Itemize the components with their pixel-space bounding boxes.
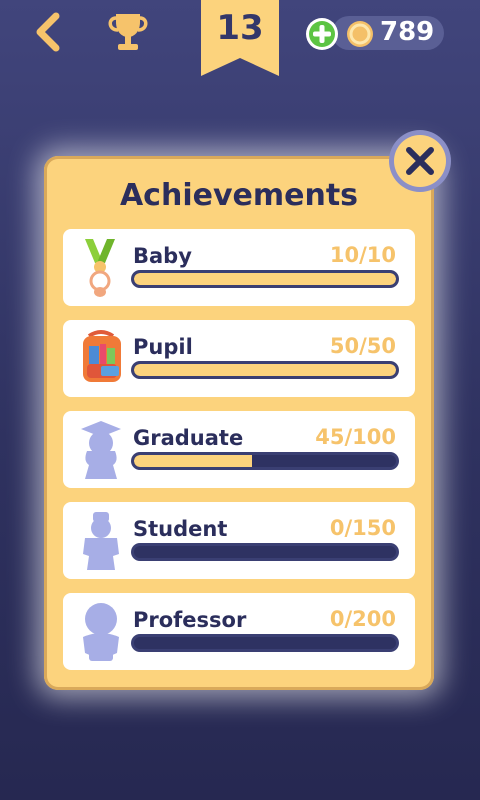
trophy-button[interactable]: [104, 8, 152, 56]
level-banner: 13: [201, 0, 279, 76]
coin-count: 789: [380, 17, 435, 47]
achievement-row-pupil[interactable]: Pupil 50/50: [63, 320, 415, 397]
achievement-row-graduate[interactable]: Graduate 45/100: [63, 411, 415, 488]
professor-silhouette-icon: [71, 599, 137, 665]
achievement-row-professor[interactable]: Professor 0/200: [63, 593, 415, 670]
graduate-silhouette-icon: [71, 417, 137, 483]
pacifier-medal-icon: [71, 235, 137, 301]
trophy-icon: [108, 14, 148, 50]
achievement-name: Baby: [133, 244, 192, 268]
progress-fill: [134, 273, 396, 285]
student-silhouette-icon: [71, 508, 137, 574]
progress-bar: [131, 452, 399, 470]
progress-bar: [131, 634, 399, 652]
panel-title: Achievements: [119, 178, 359, 213]
achievement-name: Professor: [133, 608, 247, 632]
achievement-row-baby[interactable]: Baby 10/10: [63, 229, 415, 306]
achievement-progress: 45/100: [315, 425, 396, 449]
achievement-name: Graduate: [133, 426, 244, 450]
add-coins-button[interactable]: [305, 17, 339, 51]
progress-bar: [131, 543, 399, 561]
progress-fill: [134, 455, 252, 467]
achievements-panel: Achievements Baby 10/10 Pupil 50/50 Grad…: [44, 156, 434, 690]
achievement-progress: 0/150: [329, 516, 396, 540]
close-button[interactable]: [387, 128, 453, 194]
back-button[interactable]: [28, 10, 68, 54]
top-bar: 13 789: [0, 0, 480, 80]
achievement-progress: 10/10: [329, 243, 396, 267]
plus-circle-icon: [306, 18, 338, 50]
chevron-left-icon: [36, 12, 60, 52]
achievement-progress: 50/50: [329, 334, 396, 358]
progress-bar: [131, 361, 399, 379]
progress-fill: [134, 364, 396, 376]
progress-bar: [131, 270, 399, 288]
close-icon: [389, 130, 451, 192]
achievement-row-student[interactable]: Student 0/150: [63, 502, 415, 579]
achievement-name: Student: [133, 517, 228, 541]
coin-icon: [346, 20, 374, 48]
backpack-icon: [71, 326, 137, 392]
level-number: 13: [216, 8, 264, 48]
achievement-progress: 0/200: [329, 607, 396, 631]
achievement-name: Pupil: [133, 335, 193, 359]
